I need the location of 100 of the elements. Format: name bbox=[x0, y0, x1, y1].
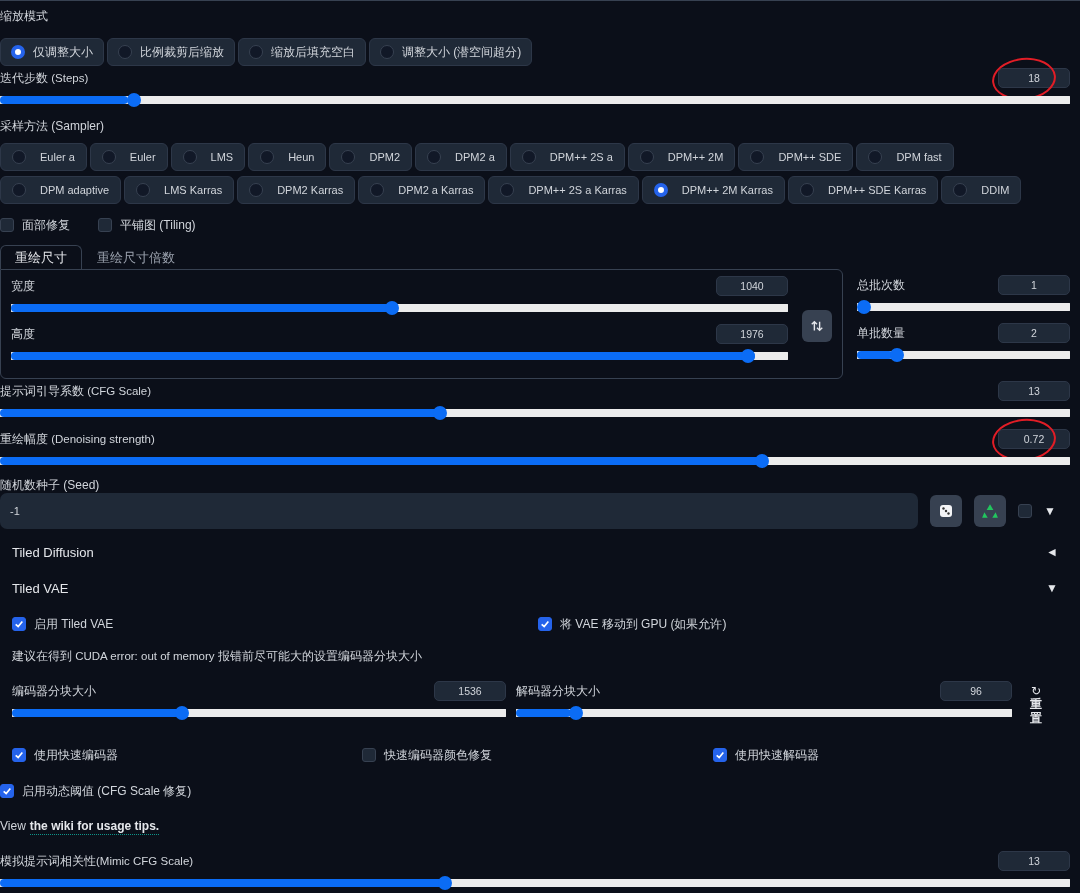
slider-label: 宽度 bbox=[11, 279, 35, 294]
hint-text: 建议在得到 CUDA error: out of memory 报错前尽可能大的设置编码器分块大小 bbox=[12, 649, 423, 664]
checkbox[interactable] bbox=[98, 218, 112, 232]
slider-label: 总批次数 bbox=[857, 278, 905, 293]
checkbox-label: 启用 Tiled VAE bbox=[34, 615, 114, 633]
number-field[interactable]: 18 bbox=[998, 68, 1070, 88]
check-icon bbox=[540, 619, 550, 629]
slider-track[interactable] bbox=[0, 876, 1070, 890]
dice-icon bbox=[938, 503, 954, 519]
accordion-arrow[interactable]: ◄ bbox=[1046, 545, 1058, 559]
checkbox-label: 启用动态阈值 (CFG Scale 修复) bbox=[22, 782, 192, 800]
slider-thumb[interactable] bbox=[432, 406, 447, 420]
radio-option[interactable]: Euler bbox=[89, 143, 168, 171]
slider-thumb[interactable] bbox=[569, 706, 583, 720]
slider-thumb[interactable] bbox=[175, 706, 190, 720]
radio-option[interactable]: DPM2 a bbox=[415, 143, 507, 171]
slider-thumb[interactable] bbox=[384, 301, 399, 315]
radio-option[interactable]: 仅调整大小 bbox=[0, 38, 104, 66]
dropdown-arrow[interactable]: ▼ bbox=[1044, 504, 1056, 518]
radio-option[interactable]: DPM++ 2S a Karras bbox=[488, 176, 639, 204]
checkbox[interactable] bbox=[538, 617, 552, 631]
recycle-icon bbox=[981, 502, 999, 520]
number-field[interactable]: 0.72 bbox=[998, 429, 1070, 449]
section-label: 缩放模式 bbox=[0, 8, 49, 24]
checkbox[interactable] bbox=[12, 617, 26, 631]
slider-track[interactable] bbox=[11, 349, 788, 363]
number-field[interactable]: 1040 bbox=[716, 276, 788, 296]
number-field[interactable]: 1 bbox=[998, 275, 1070, 295]
radio-option[interactable]: LMS Karras bbox=[124, 176, 235, 204]
number-field[interactable]: 13 bbox=[998, 851, 1070, 871]
reset-button[interactable]: ↻ 重置 bbox=[1030, 685, 1042, 725]
radio-option[interactable]: DPM fast bbox=[856, 143, 954, 171]
slider-label: 迭代步数 (Steps) bbox=[0, 71, 89, 86]
slider-track[interactable] bbox=[0, 93, 1070, 107]
recycle-button[interactable] bbox=[974, 495, 1006, 527]
wiki-link[interactable]: the wiki for usage tips. bbox=[29, 818, 160, 835]
swap-arrows-icon bbox=[810, 319, 824, 333]
checkbox-label: 将 VAE 移动到 GPU (如果允许) bbox=[560, 615, 727, 633]
number-field[interactable]: 96 bbox=[940, 681, 1012, 701]
radio-option[interactable]: DPM2 bbox=[329, 143, 413, 171]
wiki-text: View bbox=[0, 818, 26, 835]
slider-thumb[interactable] bbox=[890, 348, 905, 362]
radio-option[interactable]: LMS bbox=[170, 143, 246, 171]
tab[interactable]: 重绘尺寸倍数 bbox=[82, 245, 190, 269]
checkbox-label: 面部修复 bbox=[22, 216, 70, 234]
slider-track[interactable] bbox=[857, 348, 1070, 362]
slider-thumb[interactable] bbox=[438, 876, 453, 890]
slider-label: 模拟提示词相关性(Mimic CFG Scale) bbox=[0, 854, 194, 869]
radio-option[interactable]: Heun bbox=[248, 143, 327, 171]
radio-option[interactable]: 比例裁剪后缩放 bbox=[107, 38, 235, 66]
slider-track[interactable] bbox=[0, 406, 1070, 420]
tab[interactable]: 重绘尺寸 bbox=[0, 245, 82, 269]
section-label: 随机数种子 (Seed) bbox=[0, 477, 101, 493]
number-field[interactable]: 2 bbox=[998, 323, 1070, 343]
number-field[interactable]: 13 bbox=[998, 381, 1070, 401]
slider-label: 解码器分块大小 bbox=[516, 684, 600, 699]
number-field[interactable]: 1976 bbox=[716, 324, 788, 344]
accordion-title[interactable]: Tiled VAE bbox=[12, 580, 69, 596]
slider-label: 提示词引导系数 (CFG Scale) bbox=[0, 384, 152, 399]
slider-label: 重绘幅度 (Denoising strength) bbox=[0, 432, 155, 447]
accordion-title[interactable]: Tiled Diffusion bbox=[12, 544, 94, 560]
slider-track[interactable] bbox=[516, 706, 1012, 720]
checkbox[interactable] bbox=[713, 748, 727, 762]
radio-option[interactable]: DPM++ SDE Karras bbox=[787, 176, 939, 204]
check-icon bbox=[715, 750, 725, 760]
check-icon bbox=[2, 786, 12, 796]
dice-button[interactable] bbox=[930, 495, 962, 527]
swap-button[interactable] bbox=[802, 310, 832, 342]
checkbox[interactable] bbox=[0, 784, 14, 798]
slider-label: 高度 bbox=[11, 327, 35, 342]
radio-option[interactable]: DPM adaptive bbox=[0, 176, 122, 204]
radio-option[interactable]: DPM2 a Karras bbox=[358, 176, 486, 204]
checkbox[interactable] bbox=[362, 748, 376, 762]
accordion-arrow[interactable]: ▼ bbox=[1046, 581, 1058, 595]
slider-track[interactable] bbox=[0, 454, 1070, 468]
slider-track[interactable] bbox=[12, 706, 506, 720]
radio-option[interactable]: 缩放后填充空白 bbox=[238, 38, 366, 66]
checkbox-label: 使用快速编码器 bbox=[34, 746, 118, 764]
seed-field[interactable]: -1 bbox=[0, 493, 918, 529]
slider-thumb[interactable] bbox=[126, 93, 141, 107]
slider-thumb[interactable] bbox=[755, 454, 770, 468]
slider-thumb[interactable] bbox=[857, 300, 871, 314]
radio-option[interactable]: DPM++ SDE bbox=[738, 143, 854, 171]
radio-option[interactable]: DPM++ 2M bbox=[627, 143, 736, 171]
checkbox[interactable] bbox=[12, 748, 26, 762]
slider-track[interactable] bbox=[11, 301, 788, 315]
slider-thumb[interactable] bbox=[741, 349, 756, 363]
number-field[interactable]: 1536 bbox=[434, 681, 506, 701]
checkbox[interactable] bbox=[0, 218, 14, 232]
slider-track[interactable] bbox=[857, 300, 1070, 314]
section-label: 采样方法 (Sampler) bbox=[0, 118, 105, 134]
radio-option[interactable]: 调整大小 (潜空间超分) bbox=[369, 38, 533, 66]
radio-option[interactable]: DPM++ 2M Karras bbox=[641, 176, 785, 204]
radio-option[interactable]: DPM++ 2S a bbox=[509, 143, 625, 171]
checkbox[interactable] bbox=[1018, 504, 1032, 518]
radio-option[interactable]: Euler a bbox=[0, 143, 87, 171]
radio-option[interactable]: DPM2 Karras bbox=[237, 176, 356, 204]
check-icon bbox=[14, 619, 24, 629]
checkbox-label: 平铺图 (Tiling) bbox=[120, 216, 196, 234]
radio-option[interactable]: DDIM bbox=[941, 176, 1022, 204]
